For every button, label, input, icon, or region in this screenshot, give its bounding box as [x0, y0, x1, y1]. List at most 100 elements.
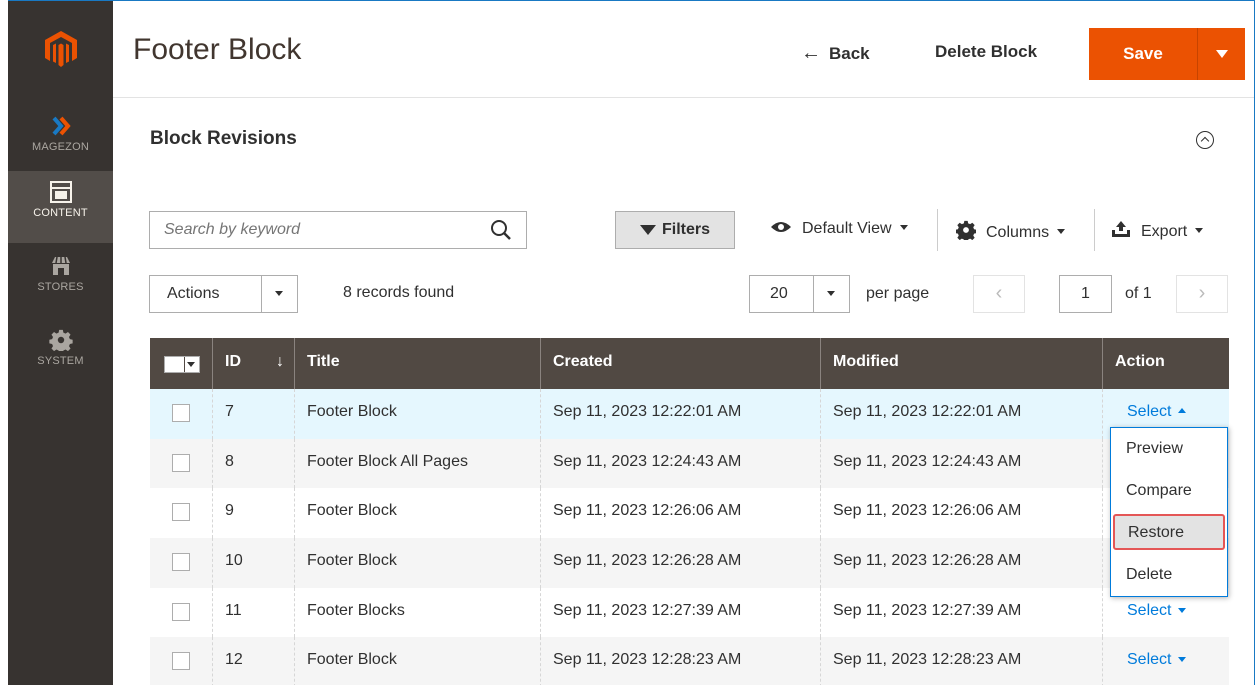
column-header-label: ID	[225, 353, 241, 370]
cell-created: Sep 11, 2023 12:28:23 AM	[540, 637, 820, 685]
cell-title: Footer Block	[294, 538, 540, 588]
row-checkbox[interactable]	[172, 503, 190, 522]
cell-id: 9	[212, 488, 294, 539]
mass-actions-label: Actions	[167, 285, 220, 302]
view-label: Default View	[802, 220, 892, 237]
row-select-cell	[150, 538, 212, 588]
row-select-cell	[150, 389, 212, 439]
sort-arrow-icon: ↓	[276, 353, 284, 370]
per-page-select[interactable]: 20	[749, 275, 850, 313]
cell-id: 11	[212, 587, 294, 638]
cell-modified: Sep 11, 2023 12:22:01 AM	[820, 389, 1102, 439]
menu-item-compare[interactable]: Compare	[1111, 472, 1227, 510]
cell-modified: Sep 11, 2023 12:26:06 AM	[820, 488, 1102, 539]
chevron-down-icon	[1178, 607, 1187, 613]
chevron-down-icon	[1178, 657, 1187, 663]
cell-id: 7	[212, 389, 294, 439]
mass-actions-select[interactable]: Actions	[149, 275, 298, 313]
arrow-left-icon: ←	[801, 42, 821, 64]
sidebar-item-label: CONTENT	[33, 207, 88, 219]
column-header-created[interactable]: Created	[540, 338, 820, 389]
cell-modified: Sep 11, 2023 12:24:43 AM	[820, 438, 1102, 489]
column-header-modified[interactable]: Modified	[820, 338, 1102, 389]
gear-icon	[955, 220, 977, 242]
chevron-down-icon	[813, 276, 849, 312]
cell-title: Footer Block	[294, 488, 540, 539]
row-select-cell	[150, 637, 212, 685]
cell-title: Footer Block	[294, 637, 540, 685]
cell-created: Sep 11, 2023 12:26:28 AM	[540, 538, 820, 588]
sidebar-item-label: MAGEZON	[31, 141, 89, 153]
row-checkbox[interactable]	[172, 602, 190, 621]
row-action-select[interactable]: Select	[1127, 403, 1187, 420]
sidebar-item-stores[interactable]: STORES	[8, 245, 113, 317]
table-row: 11 Footer Blocks Sep 11, 2023 12:27:39 A…	[150, 587, 1229, 638]
admin-sidebar: MAGEZON CONTENT STORES SYSTEM	[8, 1, 113, 685]
columns-label: Columns	[986, 224, 1050, 241]
delete-block-button[interactable]: Delete Block	[935, 42, 1037, 62]
cell-title: Footer Block All Pages	[294, 438, 540, 489]
column-header-id[interactable]: ID ↓	[212, 338, 294, 389]
row-select-cell	[150, 488, 212, 538]
select-label: Select	[1127, 651, 1172, 669]
sidebar-item-magezon[interactable]: MAGEZON	[8, 105, 113, 177]
filter-icon	[639, 225, 656, 235]
row-select-cell	[150, 439, 212, 489]
menu-item-delete[interactable]: Delete	[1111, 556, 1227, 594]
save-button[interactable]: Save	[1089, 28, 1197, 80]
page-number-input[interactable]: 1	[1059, 275, 1112, 313]
left-gutter	[0, 0, 8, 685]
row-checkbox[interactable]	[172, 453, 190, 472]
collapse-icon[interactable]	[1196, 131, 1214, 149]
filters-label: Filters	[661, 221, 710, 238]
next-page-button[interactable]: ›	[1176, 275, 1228, 313]
row-select-cell	[150, 588, 212, 638]
chevron-down-icon	[1195, 228, 1204, 233]
search-input[interactable]	[150, 212, 450, 248]
toolbar-divider	[937, 209, 938, 251]
select-label: Select	[1127, 601, 1172, 619]
table-row: 8 Footer Block All Pages Sep 11, 2023 12…	[150, 438, 1229, 489]
row-action-select[interactable]: Select	[1127, 601, 1187, 619]
back-button[interactable]: ← Back	[801, 42, 870, 65]
stores-icon	[51, 256, 70, 275]
table-row: 7 Footer Block Sep 11, 2023 12:22:01 AM …	[150, 389, 1229, 439]
section-title: Block Revisions	[150, 128, 297, 149]
back-label: Back	[829, 44, 870, 63]
row-checkbox[interactable]	[172, 652, 190, 671]
cell-created: Sep 11, 2023 12:27:39 AM	[540, 587, 820, 638]
row-action-menu: Preview Compare Restore Delete	[1110, 427, 1228, 597]
cell-modified: Sep 11, 2023 12:27:39 AM	[820, 587, 1102, 638]
per-page-value: 20	[770, 285, 788, 302]
menu-item-preview[interactable]: Preview	[1111, 430, 1227, 468]
column-header-title[interactable]: Title	[294, 338, 540, 389]
columns-dropdown[interactable]: Columns	[955, 220, 1066, 242]
magento-logo-icon[interactable]	[45, 31, 77, 67]
row-checkbox[interactable]	[172, 404, 190, 422]
export-dropdown[interactable]: Export	[1111, 220, 1204, 241]
row-action-select[interactable]: Select	[1127, 651, 1187, 669]
page-total: of 1	[1125, 285, 1152, 302]
export-icon	[1112, 221, 1130, 237]
cell-modified: Sep 11, 2023 12:28:23 AM	[820, 637, 1102, 685]
content-icon	[49, 181, 72, 203]
sidebar-item-system[interactable]: SYSTEM	[8, 319, 113, 391]
search-box	[149, 211, 527, 249]
save-options-toggle[interactable]	[1197, 28, 1245, 80]
cell-id: 12	[212, 637, 294, 685]
row-checkbox[interactable]	[172, 553, 190, 572]
mass-select-checkbox[interactable]	[164, 356, 200, 373]
page-title: Footer Block	[133, 33, 302, 66]
filters-button[interactable]: Filters	[615, 211, 735, 249]
cell-title: Footer Blocks	[294, 587, 540, 638]
chevron-down-icon	[899, 225, 908, 230]
grid-header: ID ↓ Title Created Modified Action	[150, 338, 1229, 389]
default-view-dropdown[interactable]: Default View	[770, 220, 908, 238]
sidebar-item-content[interactable]: CONTENT	[8, 171, 113, 243]
chevron-down-icon	[1057, 229, 1066, 234]
prev-page-button[interactable]: ‹	[973, 275, 1025, 313]
mass-select-column	[150, 338, 212, 389]
menu-item-restore[interactable]: Restore	[1113, 514, 1225, 550]
search-icon[interactable]	[490, 219, 512, 241]
sidebar-item-label: SYSTEM	[37, 355, 84, 367]
